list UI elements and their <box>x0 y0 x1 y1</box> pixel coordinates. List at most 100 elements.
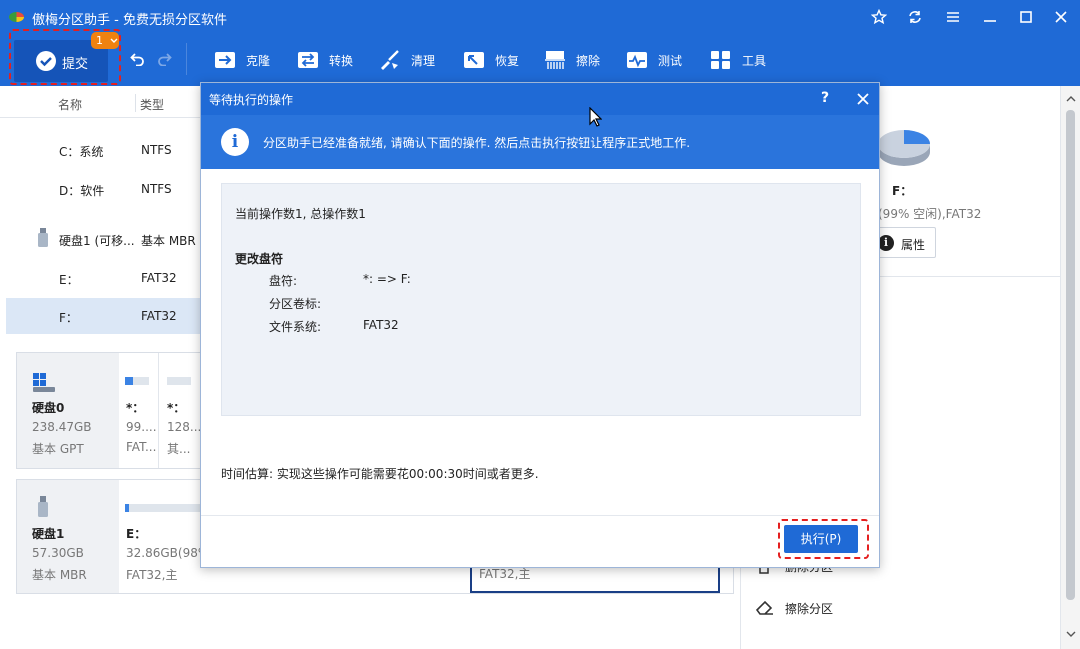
wipe-partition-action[interactable]: 擦除分区 <box>752 597 872 619</box>
selected-drive-letter: F： <box>892 184 913 198</box>
partition-name: E： <box>59 273 79 287</box>
operations-box: 当前操作数1, 总操作数1 更改盘符 盘符: *: => F: 分区卷标: 文件… <box>221 183 861 416</box>
detail-label: 盘符: <box>269 274 298 288</box>
partition-row-selected[interactable]: F： FAT32 <box>6 298 206 334</box>
title-bar: 傲梅分区助手 - 免费无损分区软件 <box>0 0 1080 34</box>
wipe-icon <box>545 51 565 69</box>
partition-divider <box>158 353 159 468</box>
partition-size: 32.86GB(98% <box>126 546 210 560</box>
maximize-button[interactable] <box>1015 7 1037 27</box>
properties-label: 属性 <box>901 238 926 252</box>
column-header-name[interactable]: 名称 <box>58 96 82 113</box>
partition-letter: E： <box>126 527 147 541</box>
mouse-cursor-icon <box>589 107 602 127</box>
info-icon: i <box>221 128 249 156</box>
disk-row[interactable]: 硬盘1 (可移... 基本 MBR <box>6 221 206 257</box>
close-icon[interactable] <box>857 93 869 105</box>
disk-info: 硬盘1 57.30GB 基本 MBR <box>17 480 119 593</box>
partition-name: D：软件 <box>59 184 105 198</box>
disk-size: 238.47GB <box>32 420 92 434</box>
disk-size: 57.30GB <box>32 546 84 560</box>
disk-name: 硬盘0 <box>32 401 65 415</box>
scroll-up-icon[interactable] <box>1066 96 1076 102</box>
toolbar-item-clean[interactable]: 清理 <box>379 46 435 74</box>
detail-label: 分区卷标: <box>269 297 322 311</box>
partition-usage-bar <box>167 377 191 385</box>
partition-pie-icon <box>878 130 930 166</box>
time-estimate: 时间估算: 实现这些操作可能需要花00:00:30时间或者更多. <box>221 467 539 481</box>
toolbar-item-label: 转换 <box>329 53 354 68</box>
toolbar-item-test[interactable]: 测试 <box>626 46 682 74</box>
star-icon <box>871 9 887 25</box>
column-divider <box>135 94 136 112</box>
detail-value: FAT32 <box>363 318 399 332</box>
wipe-partition-label: 擦除分区 <box>785 602 834 616</box>
close-icon <box>1055 11 1067 23</box>
dialog-info-banner: i 分区助手已经准备就绪, 请确认下面的操作. 然后点击执行按钮让程序正式地工作… <box>201 115 879 169</box>
window-title: 傲梅分区助手 - 免费无损分区软件 <box>32 13 227 28</box>
partition-usage-bar <box>125 504 205 512</box>
scroll-thumb[interactable] <box>1066 110 1075 600</box>
scroll-down-icon[interactable] <box>1066 631 1076 637</box>
windows-disk-icon <box>33 373 55 392</box>
toolbar-item-wipe[interactable]: 擦除 <box>544 46 600 74</box>
usb-drive-icon <box>38 228 48 247</box>
minimize-icon <box>984 20 996 22</box>
selected-drive-info: (99% 空闲),FAT32 <box>878 207 982 221</box>
partition-fs: FAT32,主 <box>126 568 178 582</box>
restore-icon <box>464 52 484 68</box>
redo-icon[interactable] <box>156 52 172 66</box>
partition-type: NTFS <box>141 182 172 196</box>
eraser-icon <box>755 600 773 615</box>
partition-type: NTFS <box>141 143 172 157</box>
partition-row[interactable]: E： FAT32 <box>6 260 206 296</box>
commit-highlight <box>9 29 121 85</box>
partition-fs: 其... <box>167 442 191 456</box>
detail-value: *: => F: <box>363 272 411 286</box>
disk-kind: 基本 MBR <box>32 568 87 582</box>
undo-icon[interactable] <box>130 52 146 66</box>
dialog-title: 等待执行的操作 <box>209 93 294 107</box>
toolbar-item-label: 恢复 <box>495 53 520 68</box>
close-window-button[interactable] <box>1050 7 1072 27</box>
menu-button[interactable] <box>942 7 964 27</box>
pending-operations-dialog: 等待执行的操作 ? i 分区助手已经准备就绪, 请确认下面的操作. 然后点击执行… <box>200 82 880 568</box>
maximize-icon <box>1020 11 1032 23</box>
partition-letter: *： <box>167 401 186 415</box>
toolbar-item-label: 测试 <box>658 53 683 68</box>
convert-icon <box>298 52 318 68</box>
disk-name: 硬盘1 <box>32 527 65 541</box>
hamburger-menu-icon <box>947 12 959 22</box>
toolbar-item-label: 工具 <box>742 53 767 68</box>
partition-size: 99.... <box>126 420 157 434</box>
partition-type: FAT32 <box>141 309 177 323</box>
help-icon[interactable]: ? <box>821 90 829 106</box>
toolbar-item-clone[interactable]: 克隆 <box>214 46 270 74</box>
operation-title: 更改盘符 <box>235 252 284 266</box>
disk-name: 硬盘1 (可移... <box>59 234 135 248</box>
refresh-button[interactable] <box>904 7 926 27</box>
favorite-button[interactable] <box>868 7 890 27</box>
dialog-info-text: 分区助手已经准备就绪, 请确认下面的操作. 然后点击执行按钮让程序正式地工作. <box>263 136 691 150</box>
disk-info: 硬盘0 238.47GB 基本 GPT <box>17 353 119 468</box>
vertical-scrollbar[interactable] <box>1060 86 1080 649</box>
info-icon: i <box>878 235 894 251</box>
partition-usage-bar <box>125 377 149 385</box>
toolbar-item-convert[interactable]: 转换 <box>297 46 353 74</box>
usb-drive-icon <box>38 496 48 517</box>
partition-row[interactable]: D：软件 NTFS <box>6 171 206 207</box>
toolbar-item-label: 清理 <box>411 53 436 68</box>
refresh-icon <box>909 11 921 23</box>
toolbar-item-tools[interactable]: 工具 <box>710 46 766 74</box>
partition-row[interactable]: C：系统 NTFS <box>6 132 206 168</box>
clean-icon <box>381 50 399 70</box>
execute-highlight <box>778 519 869 559</box>
minimize-button[interactable] <box>979 7 1001 27</box>
toolbar-item-restore[interactable]: 恢复 <box>463 46 519 74</box>
partition-fs: FAT... <box>126 440 157 454</box>
detail-label: 文件系统: <box>269 320 322 334</box>
partition-name: C：系统 <box>59 145 104 159</box>
toolbar-separator <box>186 43 187 75</box>
column-header-type[interactable]: 类型 <box>140 96 164 113</box>
operation-count: 当前操作数1, 总操作数1 <box>235 207 366 221</box>
